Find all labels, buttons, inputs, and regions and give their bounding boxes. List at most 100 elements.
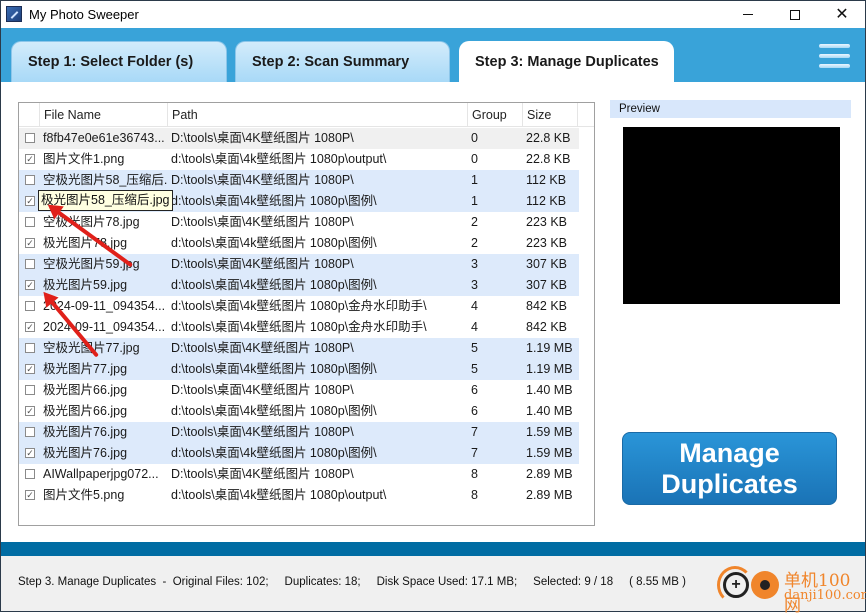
row-checkbox[interactable] [25, 385, 35, 395]
column-header-size[interactable]: Size [522, 103, 578, 127]
row-checkbox[interactable] [25, 427, 35, 437]
column-header-group[interactable]: Group [467, 103, 522, 127]
table-row[interactable]: ✓ 极光图片77.jpg d:\tools\桌面\4k壁纸图片 1080p\图例\ 5… [19, 359, 579, 380]
row-file-name: 极光图片66.jpg [43, 383, 128, 397]
minimize-icon [743, 14, 753, 15]
row-path: d:\tools\桌面\4k壁纸图片 1080p\金舟水印助手\ [171, 299, 427, 313]
row-path: d:\tools\桌面\4k壁纸图片 1080p\图例\ [171, 446, 377, 460]
row-checkbox[interactable]: ✓ [25, 364, 35, 374]
row-file-name: AIWallpaperjpg072... [43, 467, 159, 481]
row-file-name: f8fb47e0e61e36743... [43, 131, 165, 145]
row-path: D:\tools\桌面\4K壁纸图片 1080P\ [171, 215, 354, 229]
row-file-name: 极光图片77.jpg [43, 362, 128, 376]
table-row[interactable]: ✓ 2024-09-11_094354... d:\tools\桌面\4k壁纸图片 … [19, 317, 594, 338]
row-group: 2 [471, 215, 478, 229]
title-bar: My Photo Sweeper ✕ [1, 1, 865, 28]
row-group: 2 [471, 236, 478, 250]
row-checkbox[interactable] [25, 133, 35, 143]
row-size: 112 KB [526, 194, 567, 208]
row-checkbox[interactable]: ✓ [25, 280, 35, 290]
row-path: d:\tools\桌面\4k壁纸图片 1080p\图例\ [171, 278, 377, 292]
row-group: 8 [471, 467, 478, 481]
column-header-file-name[interactable]: File Name [39, 103, 167, 127]
row-group: 3 [471, 257, 478, 271]
row-path: d:\tools\桌面\4k壁纸图片 1080p\图例\ [171, 404, 377, 418]
row-file-name: 极光图片76.jpg [43, 425, 128, 439]
table-row[interactable]: ✓ 极光图片59.jpg d:\tools\桌面\4k壁纸图片 1080p\图例\ 3… [19, 275, 579, 296]
row-checkbox[interactable] [25, 175, 35, 185]
minimize-button[interactable] [725, 1, 771, 28]
row-checkbox[interactable]: ✓ [25, 448, 35, 458]
tab-scan-summary[interactable]: Step 2: Scan Summary [235, 41, 450, 82]
row-path: D:\tools\桌面\4K壁纸图片 1080P\ [171, 131, 354, 145]
table-row[interactable]: 2024-09-11_094354... d:\tools\桌面\4k壁纸图片 1… [19, 296, 594, 317]
table-row[interactable]: AIWallpaperjpg072... D:\tools\桌面\4K壁纸图片 1… [19, 464, 594, 485]
row-group: 7 [471, 425, 478, 439]
hamburger-menu-icon[interactable] [819, 43, 851, 69]
tab-manage-duplicates[interactable]: Step 3: Manage Duplicates [459, 41, 674, 82]
row-size: 1.19 MB [526, 362, 573, 376]
table-row[interactable]: 极光图片66.jpg D:\tools\桌面\4K壁纸图片 1080P\ 6 1.40… [19, 380, 594, 401]
row-path: D:\tools\桌面\4K壁纸图片 1080P\ [171, 257, 354, 271]
row-group: 5 [471, 341, 478, 355]
row-size: 842 KB [526, 320, 568, 334]
table-row[interactable]: 空极光图片78.jpg D:\tools\桌面\4K壁纸图片 1080P\ 2 223… [19, 212, 594, 233]
row-checkbox[interactable] [25, 469, 35, 479]
table-row[interactable]: 极光图片76.jpg D:\tools\桌面\4K壁纸图片 1080P\ 7 1.59… [19, 422, 579, 443]
row-checkbox[interactable]: ✓ [25, 322, 35, 332]
preview-label: Preview [610, 100, 851, 118]
window-title: My Photo Sweeper [29, 7, 139, 22]
row-group: 0 [471, 131, 478, 145]
table-row[interactable]: 空极光图片59.jpg D:\tools\桌面\4K壁纸图片 1080P\ 3 307… [19, 254, 579, 275]
close-icon: ✕ [835, 5, 849, 23]
row-file-name: 空极光图片77.jpg [43, 338, 167, 359]
preview-image [623, 127, 840, 304]
row-size: 1.59 MB [526, 446, 573, 460]
row-checkbox[interactable] [25, 343, 35, 353]
status-bar: Step 3. Manage Duplicates - Original Fil… [1, 556, 866, 616]
duplicates-list: File Name Path Group Size f8fb47e0e61e36… [18, 102, 595, 526]
row-checkbox[interactable] [25, 259, 35, 269]
row-checkbox[interactable]: ✓ [25, 238, 35, 248]
row-checkbox[interactable]: ✓ [25, 154, 35, 164]
watermark-plus-icon: + [723, 572, 749, 598]
row-group: 1 [471, 194, 478, 208]
row-size: 2.89 MB [526, 488, 573, 502]
close-button[interactable]: ✕ [819, 1, 865, 28]
row-path: D:\tools\桌面\4K壁纸图片 1080P\ [171, 341, 354, 355]
status-text: Step 3. Manage Duplicates - Original Fil… [18, 576, 686, 588]
row-size: 223 KB [526, 215, 568, 229]
row-size: 307 KB [526, 257, 568, 271]
row-group: 1 [471, 173, 478, 187]
table-row[interactable]: f8fb47e0e61e36743... D:\tools\桌面\4K壁纸图片 1… [19, 128, 579, 149]
menu-bar-line [819, 64, 850, 68]
menu-bar-line [819, 44, 850, 48]
maximize-button[interactable] [772, 1, 818, 28]
row-checkbox[interactable] [25, 217, 35, 227]
row-group: 0 [471, 152, 478, 166]
row-group: 4 [471, 320, 478, 334]
manage-duplicates-button[interactable]: Manage Duplicates [622, 432, 837, 505]
row-group: 7 [471, 446, 478, 460]
row-file-name: 极光图片66.jpg [43, 404, 128, 418]
column-header-path[interactable]: Path [167, 103, 467, 127]
row-size: 22.8 KB [526, 152, 571, 166]
row-group: 3 [471, 278, 478, 292]
row-checkbox[interactable]: ✓ [25, 406, 35, 416]
row-checkbox[interactable] [25, 301, 35, 311]
row-group: 5 [471, 362, 478, 376]
table-row[interactable]: 空极光图片58_压缩后... D:\tools\桌面\4K壁纸图片 1080P\ 1… [19, 170, 579, 191]
app-broom-icon [6, 6, 22, 22]
row-checkbox[interactable]: ✓ [25, 196, 35, 206]
table-row[interactable]: 空极光图片77.jpg D:\tools\桌面\4K壁纸图片 1080P\ 5 1.1… [19, 338, 579, 359]
table-row[interactable]: ✓ 极光图片76.jpg d:\tools\桌面\4k壁纸图片 1080p\图例\ 7… [19, 443, 579, 464]
watermark-dot-icon [751, 571, 779, 599]
table-row[interactable]: ✓ 极光图片66.jpg d:\tools\桌面\4k壁纸图片 1080p\图例\ 6… [19, 401, 594, 422]
menu-bar-line [819, 54, 850, 58]
row-size: 22.8 KB [526, 131, 571, 145]
table-row[interactable]: ✓ 图片文件1.png d:\tools\桌面\4k壁纸图片 1080p\outpu… [19, 149, 594, 170]
tab-select-folders[interactable]: Step 1: Select Folder (s) [11, 41, 227, 82]
row-checkbox[interactable]: ✓ [25, 490, 35, 500]
table-row[interactable]: ✓ 图片文件5.png d:\tools\桌面\4k壁纸图片 1080p\outpu… [19, 485, 594, 506]
row-file-name: 空极光图片59.jpg [43, 257, 140, 271]
